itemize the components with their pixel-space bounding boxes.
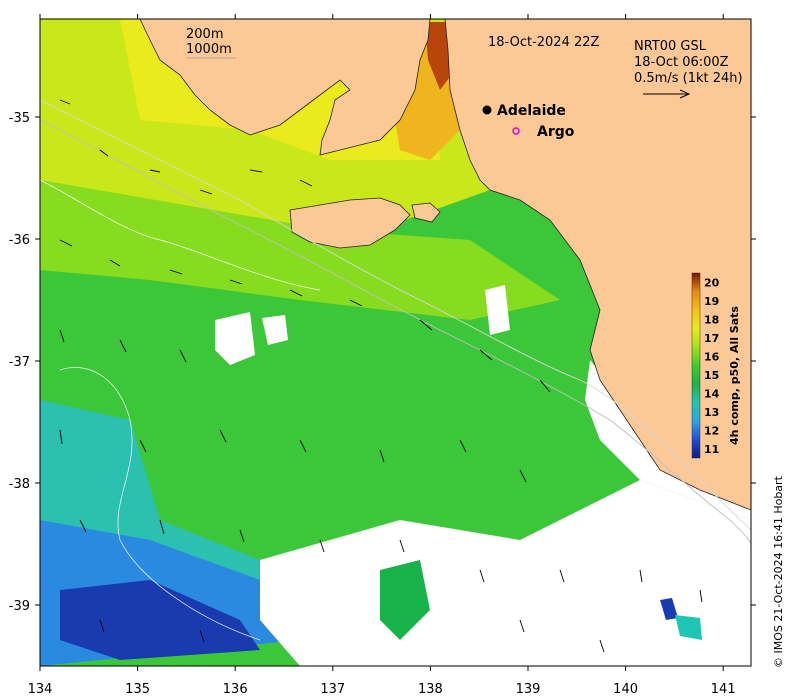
colorbar-tick-label: 19 bbox=[704, 295, 719, 308]
x-tick-label: 135 bbox=[125, 682, 150, 697]
colorbar-label: 4h comp, p50, All Sats bbox=[728, 306, 741, 445]
adelaide-label: Adelaide bbox=[497, 103, 566, 119]
colorbar-tick-label: 14 bbox=[704, 387, 720, 400]
map-area bbox=[40, 19, 751, 666]
y-tick-label: -36 bbox=[9, 233, 30, 248]
colorbar-tick-label: 20 bbox=[704, 276, 720, 289]
colorbar-tick-label: 12 bbox=[704, 424, 719, 437]
colorbar-tick-label: 15 bbox=[704, 369, 719, 382]
x-tick-label: 138 bbox=[418, 682, 443, 697]
sst-map: 134 135 136 137 138 139 140 141 -35 -36 -37 -38 -39… bbox=[9, 14, 785, 697]
colorbar-gradient bbox=[691, 272, 701, 459]
x-tick-label: 137 bbox=[320, 682, 345, 697]
adelaide-marker bbox=[482, 105, 492, 115]
depth-legend-1000m: 1000m bbox=[186, 42, 232, 57]
argo-label: Argo bbox=[537, 124, 575, 140]
current-legend-time: 18-Oct 06:00Z bbox=[634, 55, 729, 70]
credit-line: © IMOS 21-Oct-2024 16:41 Hobart bbox=[772, 475, 785, 668]
x-tick-label: 136 bbox=[223, 682, 248, 697]
colorbar-tick-label: 11 bbox=[704, 443, 719, 456]
x-tick-label: 139 bbox=[516, 682, 541, 697]
colorbar-tick-label: 18 bbox=[704, 313, 719, 326]
current-legend-scale: 0.5m/s (1kt 24h) bbox=[634, 71, 743, 86]
x-tick-label: 141 bbox=[711, 682, 736, 697]
y-tick-label: -37 bbox=[9, 355, 30, 370]
colorbar-tick-label: 16 bbox=[704, 350, 720, 363]
y-tick-label: -38 bbox=[9, 477, 30, 492]
x-tick-label: 134 bbox=[28, 682, 53, 697]
depth-legend-200m: 200m bbox=[186, 27, 223, 42]
colorbar-tick-label: 17 bbox=[704, 332, 719, 345]
current-legend-model: NRT00 GSL bbox=[634, 39, 707, 54]
map-title: 18-Oct-2024 22Z bbox=[488, 35, 600, 50]
y-tick-label: -39 bbox=[9, 599, 30, 614]
y-tick-label: -35 bbox=[9, 111, 30, 126]
x-tick-label: 140 bbox=[613, 682, 638, 697]
colorbar-tick-label: 13 bbox=[704, 406, 719, 419]
